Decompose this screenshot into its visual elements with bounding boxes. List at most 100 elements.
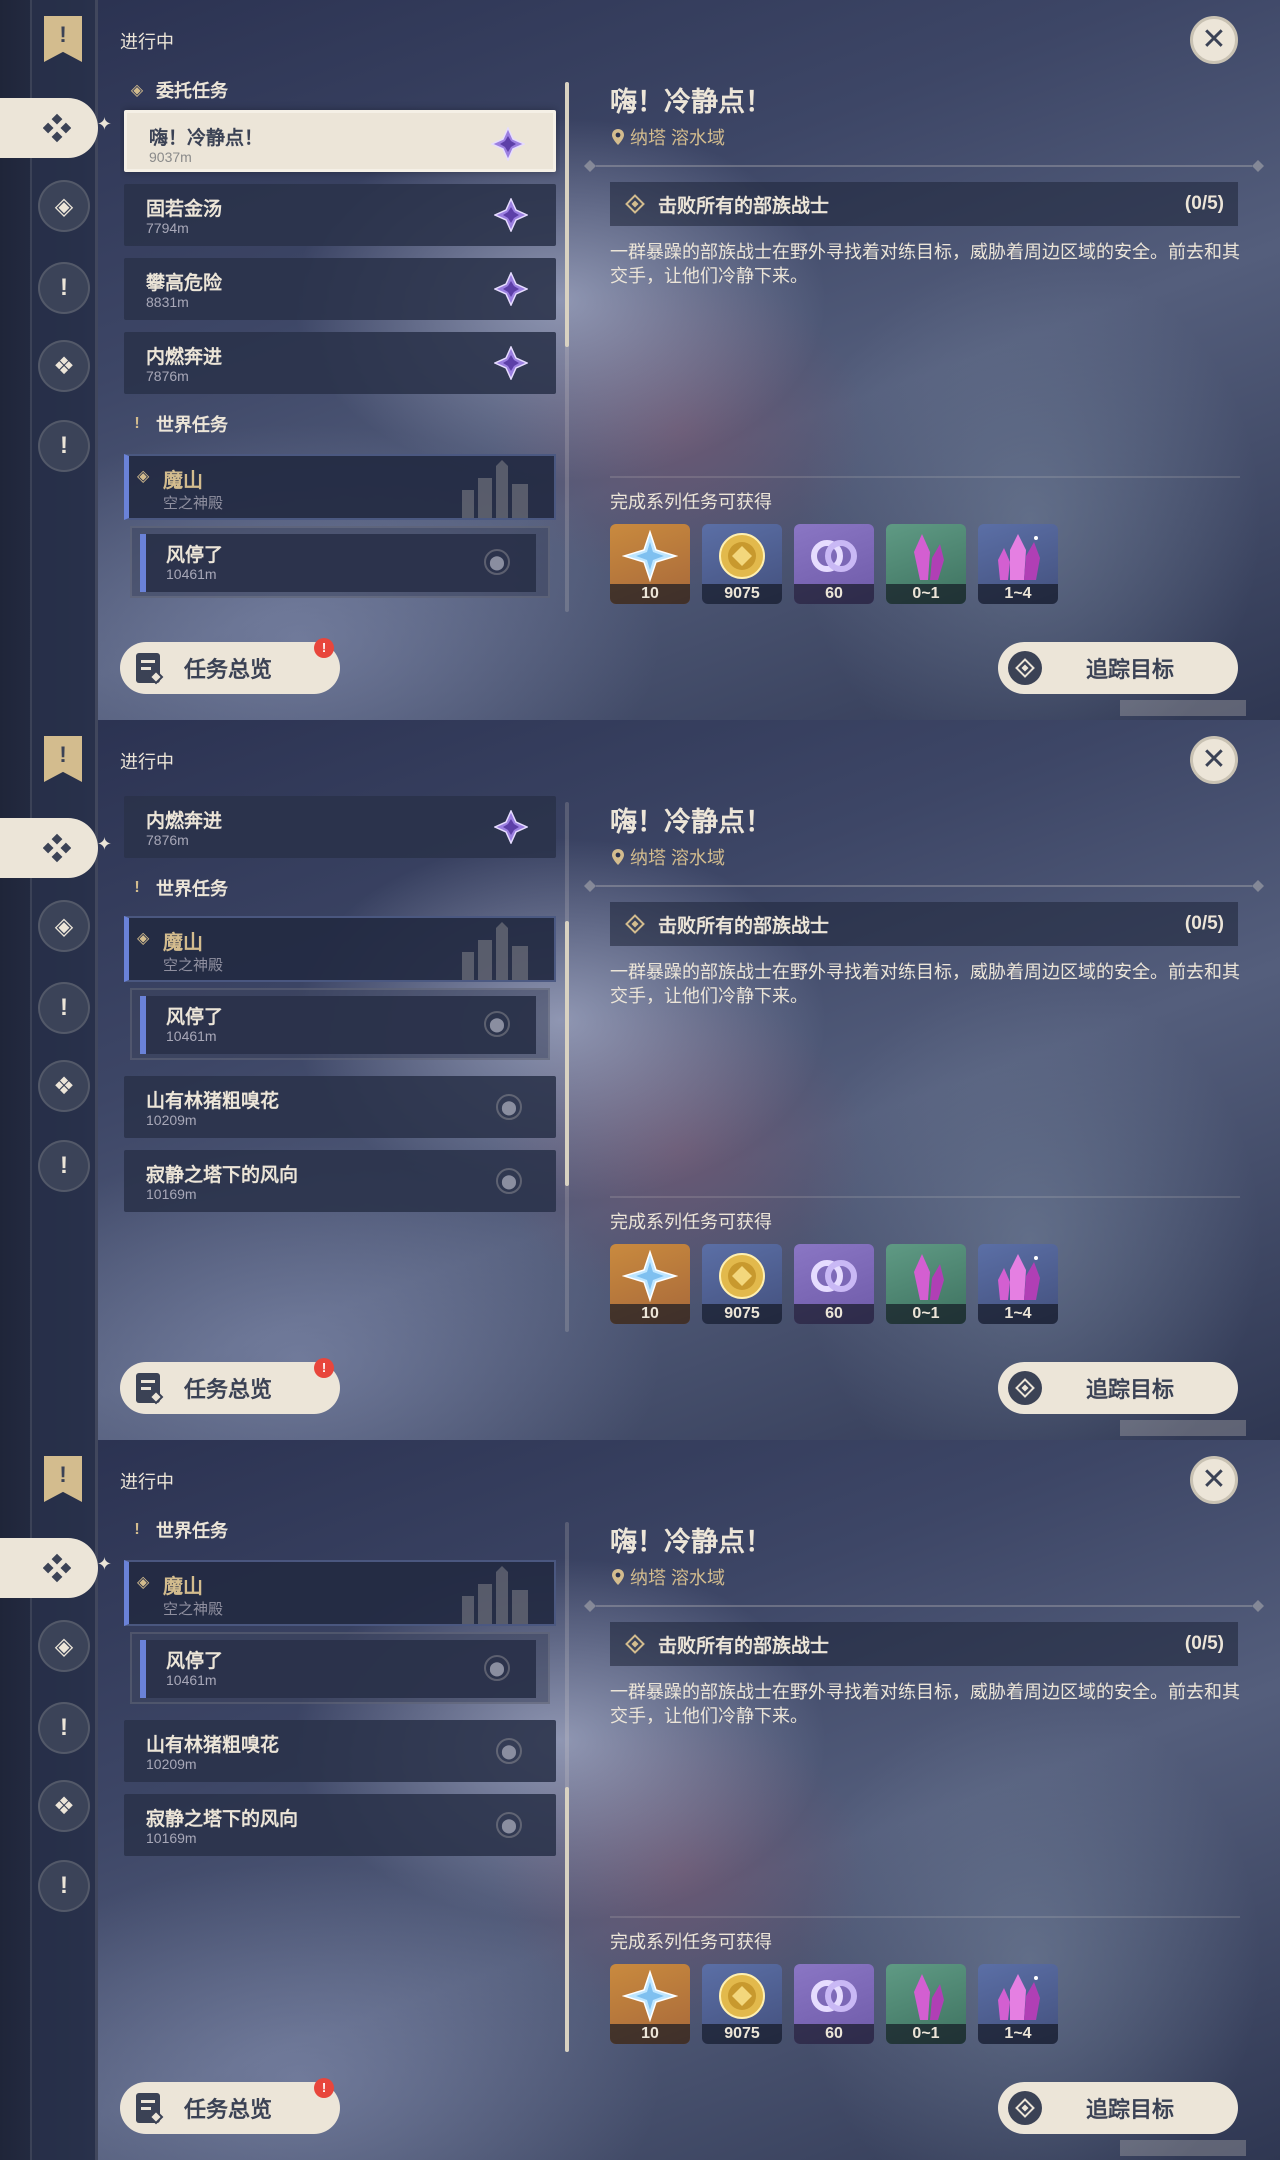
- quest-list-scrollbar[interactable]: [565, 802, 569, 1332]
- world-quest-series[interactable]: ◈ 魔山 空之神殿: [124, 916, 556, 982]
- quest-location: 纳塔 溶水域: [612, 844, 725, 870]
- quest-item-world-2[interactable]: 山有林猪粗嗅花 10209m ⬤: [124, 1720, 556, 1782]
- reward-mora[interactable]: 9075: [702, 1244, 782, 1324]
- reward-primogem[interactable]: 10: [610, 1244, 690, 1324]
- quest-item-commission-2[interactable]: 固若金汤 7794m: [124, 184, 556, 246]
- quest-description: 一群暴躁的部族战士在野外寻找着对练目标，威胁着周边区域的安全。前去和其交手，让他…: [610, 1682, 1240, 1726]
- reward-friendship[interactable]: 60: [794, 1244, 874, 1324]
- quest-list[interactable]: 内燃奔进 7876m ! 世界任务 ◈ 魔山 空之神殿 风停了 10461m ⬤…: [120, 794, 560, 1332]
- track-icon: [1015, 1378, 1035, 1398]
- quest-list-scrollbar[interactable]: [565, 1522, 569, 2052]
- nav-diamonds-icon: [27, 826, 71, 870]
- quest-description: 一群暴躁的部族战士在野外寻找着对练目标，威胁着周边区域的安全。前去和其交手，让他…: [610, 962, 1240, 1006]
- in-progress-label: 进行中: [120, 32, 174, 52]
- reward-primogem[interactable]: 10: [610, 524, 690, 604]
- nav-tab-all-quests[interactable]: ✦: [0, 98, 112, 158]
- quest-item-world-2[interactable]: 山有林猪粗嗅花 10209m ⬤: [124, 1076, 556, 1138]
- friendship-icon: [806, 1250, 862, 1302]
- friendship-icon: [806, 530, 862, 582]
- notification-badge: !: [314, 1358, 334, 1378]
- nav-tab-archon-quests[interactable]: ◈: [38, 180, 90, 232]
- nav-diamonds-icon: [27, 106, 71, 150]
- nav-tab-story-quests[interactable]: !: [38, 262, 90, 314]
- world-quest-series[interactable]: ◈ 魔山 空之神殿: [124, 1560, 556, 1626]
- world-quest-step[interactable]: 风停了 10461m ⬤: [130, 1632, 550, 1704]
- world-quest-series[interactable]: ◈ 魔山 空之神殿: [124, 454, 556, 520]
- location-pin-icon: ⬤: [484, 1011, 510, 1037]
- quest-list-scrollbar[interactable]: [565, 82, 569, 612]
- rewards-list: 10 9075 60 0~1 1~4: [610, 524, 1058, 604]
- nav-rail: ! ✦ ◈ ! ❖ !: [0, 1440, 112, 2160]
- mora-icon: [714, 1250, 770, 1302]
- scroll-thumb[interactable]: [565, 82, 569, 347]
- reward-primogem[interactable]: 10: [610, 1964, 690, 2044]
- quest-item-commission-1[interactable]: 嗨！冷静点！ 9037m: [124, 110, 556, 172]
- scroll-thumb[interactable]: [565, 1787, 569, 2052]
- quest-screen-1: ! ✦ ◈ ! ❖ ! 进行中 ✕ ◈ 委托任务 嗨！冷静点！ 9037m 固若…: [0, 0, 1280, 720]
- close-button[interactable]: ✕: [1190, 16, 1238, 64]
- close-button[interactable]: ✕: [1190, 1456, 1238, 1504]
- nav-tab-world-quests[interactable]: !: [38, 1140, 90, 1192]
- reward-crystal-cluster[interactable]: 1~4: [978, 1964, 1058, 2044]
- close-button[interactable]: ✕: [1190, 736, 1238, 784]
- quest-item-world-3[interactable]: 寂静之塔下的风向 10169m ⬤: [124, 1150, 556, 1212]
- commission-badge-icon: [491, 127, 525, 161]
- in-progress-label: 进行中: [120, 1472, 174, 1492]
- quest-book-icon: [134, 1371, 164, 1405]
- world-quest-step[interactable]: 风停了 10461m ⬤: [130, 988, 550, 1060]
- quest-item-commission-3[interactable]: 攀高危险 8831m: [124, 258, 556, 320]
- nav-tab-commissions[interactable]: ❖: [38, 340, 90, 392]
- quest-item-world-3[interactable]: 寂静之塔下的风向 10169m ⬤: [124, 1794, 556, 1856]
- reward-crystal-chunk[interactable]: 0~1: [886, 524, 966, 604]
- primogem-icon: [622, 1250, 678, 1302]
- series-icon: ◈: [137, 930, 150, 947]
- quest-overview-button[interactable]: 任务总览 !: [120, 2078, 340, 2134]
- quest-title: 嗨！冷静点！: [610, 807, 772, 837]
- quest-item-commission-4[interactable]: 内燃奔进 7876m: [124, 796, 556, 858]
- quest-item-commission-4[interactable]: 内燃奔进 7876m: [124, 332, 556, 394]
- nav-diamonds-icon: [27, 1546, 71, 1590]
- divider: [584, 1600, 1264, 1612]
- quest-screen-3: ! ✦ ◈ ! ❖ ! 进行中 ✕ ! 世界任务 ◈ 魔山 空之神殿 风停了 1…: [0, 1440, 1280, 2160]
- rewards-title: 完成系列任务可获得: [610, 1932, 772, 1952]
- reward-crystal-chunk[interactable]: 0~1: [886, 1244, 966, 1324]
- crystal-chunk-icon: [898, 1250, 954, 1302]
- objective-icon: [624, 193, 646, 215]
- reward-crystal-cluster[interactable]: 1~4: [978, 1244, 1058, 1324]
- sparkle-icon: ✦: [96, 1554, 112, 1574]
- nav-tab-world-quests[interactable]: !: [38, 1860, 90, 1912]
- location-icon: [612, 129, 624, 145]
- reward-friendship[interactable]: 60: [794, 1964, 874, 2044]
- quest-overview-button[interactable]: 任务总览 !: [120, 638, 340, 694]
- location-pin-icon: ⬤: [496, 1094, 522, 1120]
- crystal-chunk-icon: [898, 1970, 954, 2022]
- scroll-thumb[interactable]: [565, 921, 569, 1186]
- nav-tab-commissions[interactable]: ❖: [38, 1060, 90, 1112]
- quest-overview-button[interactable]: 任务总览 !: [120, 1358, 340, 1414]
- nav-tab-commissions[interactable]: ❖: [38, 1780, 90, 1832]
- reward-mora[interactable]: 9075: [702, 1964, 782, 2044]
- track-target-button[interactable]: 追踪目标: [998, 1362, 1238, 1414]
- divider: [584, 160, 1264, 172]
- reward-friendship[interactable]: 60: [794, 524, 874, 604]
- quest-list[interactable]: ! 世界任务 ◈ 魔山 空之神殿 风停了 10461m ⬤ 山有林猪粗嗅花 10…: [120, 1514, 560, 2052]
- nav-tab-archon-quests[interactable]: ◈: [38, 1620, 90, 1672]
- nav-tab-world-quests[interactable]: !: [38, 420, 90, 472]
- nav-tab-archon-quests[interactable]: ◈: [38, 900, 90, 952]
- location-pin-icon: ⬤: [484, 1655, 510, 1681]
- track-target-button[interactable]: 追踪目标: [998, 642, 1238, 694]
- nav-tab-story-quests[interactable]: !: [38, 1702, 90, 1754]
- commission-section-icon: ◈: [130, 82, 144, 99]
- quest-screen-2: ! ✦ ◈ ! ❖ ! 进行中 ✕ 内燃奔进 7876m ! 世界任务 ◈ 魔山…: [0, 720, 1280, 1440]
- nav-tab-all-quests[interactable]: ✦: [0, 1538, 112, 1598]
- nav-tab-all-quests[interactable]: ✦: [0, 818, 112, 878]
- reward-crystal-chunk[interactable]: 0~1: [886, 1964, 966, 2044]
- track-target-button[interactable]: 追踪目标: [998, 2082, 1238, 2134]
- world-quest-step[interactable]: 风停了 10461m ⬤: [130, 526, 550, 598]
- reward-crystal-cluster[interactable]: 1~4: [978, 524, 1058, 604]
- reward-mora[interactable]: 9075: [702, 524, 782, 604]
- quest-list[interactable]: ◈ 委托任务 嗨！冷静点！ 9037m 固若金汤 7794m 攀高危险 8831…: [120, 74, 560, 612]
- quest-book-icon: [134, 2091, 164, 2125]
- crystal-chunk-icon: [898, 530, 954, 582]
- nav-tab-story-quests[interactable]: !: [38, 982, 90, 1034]
